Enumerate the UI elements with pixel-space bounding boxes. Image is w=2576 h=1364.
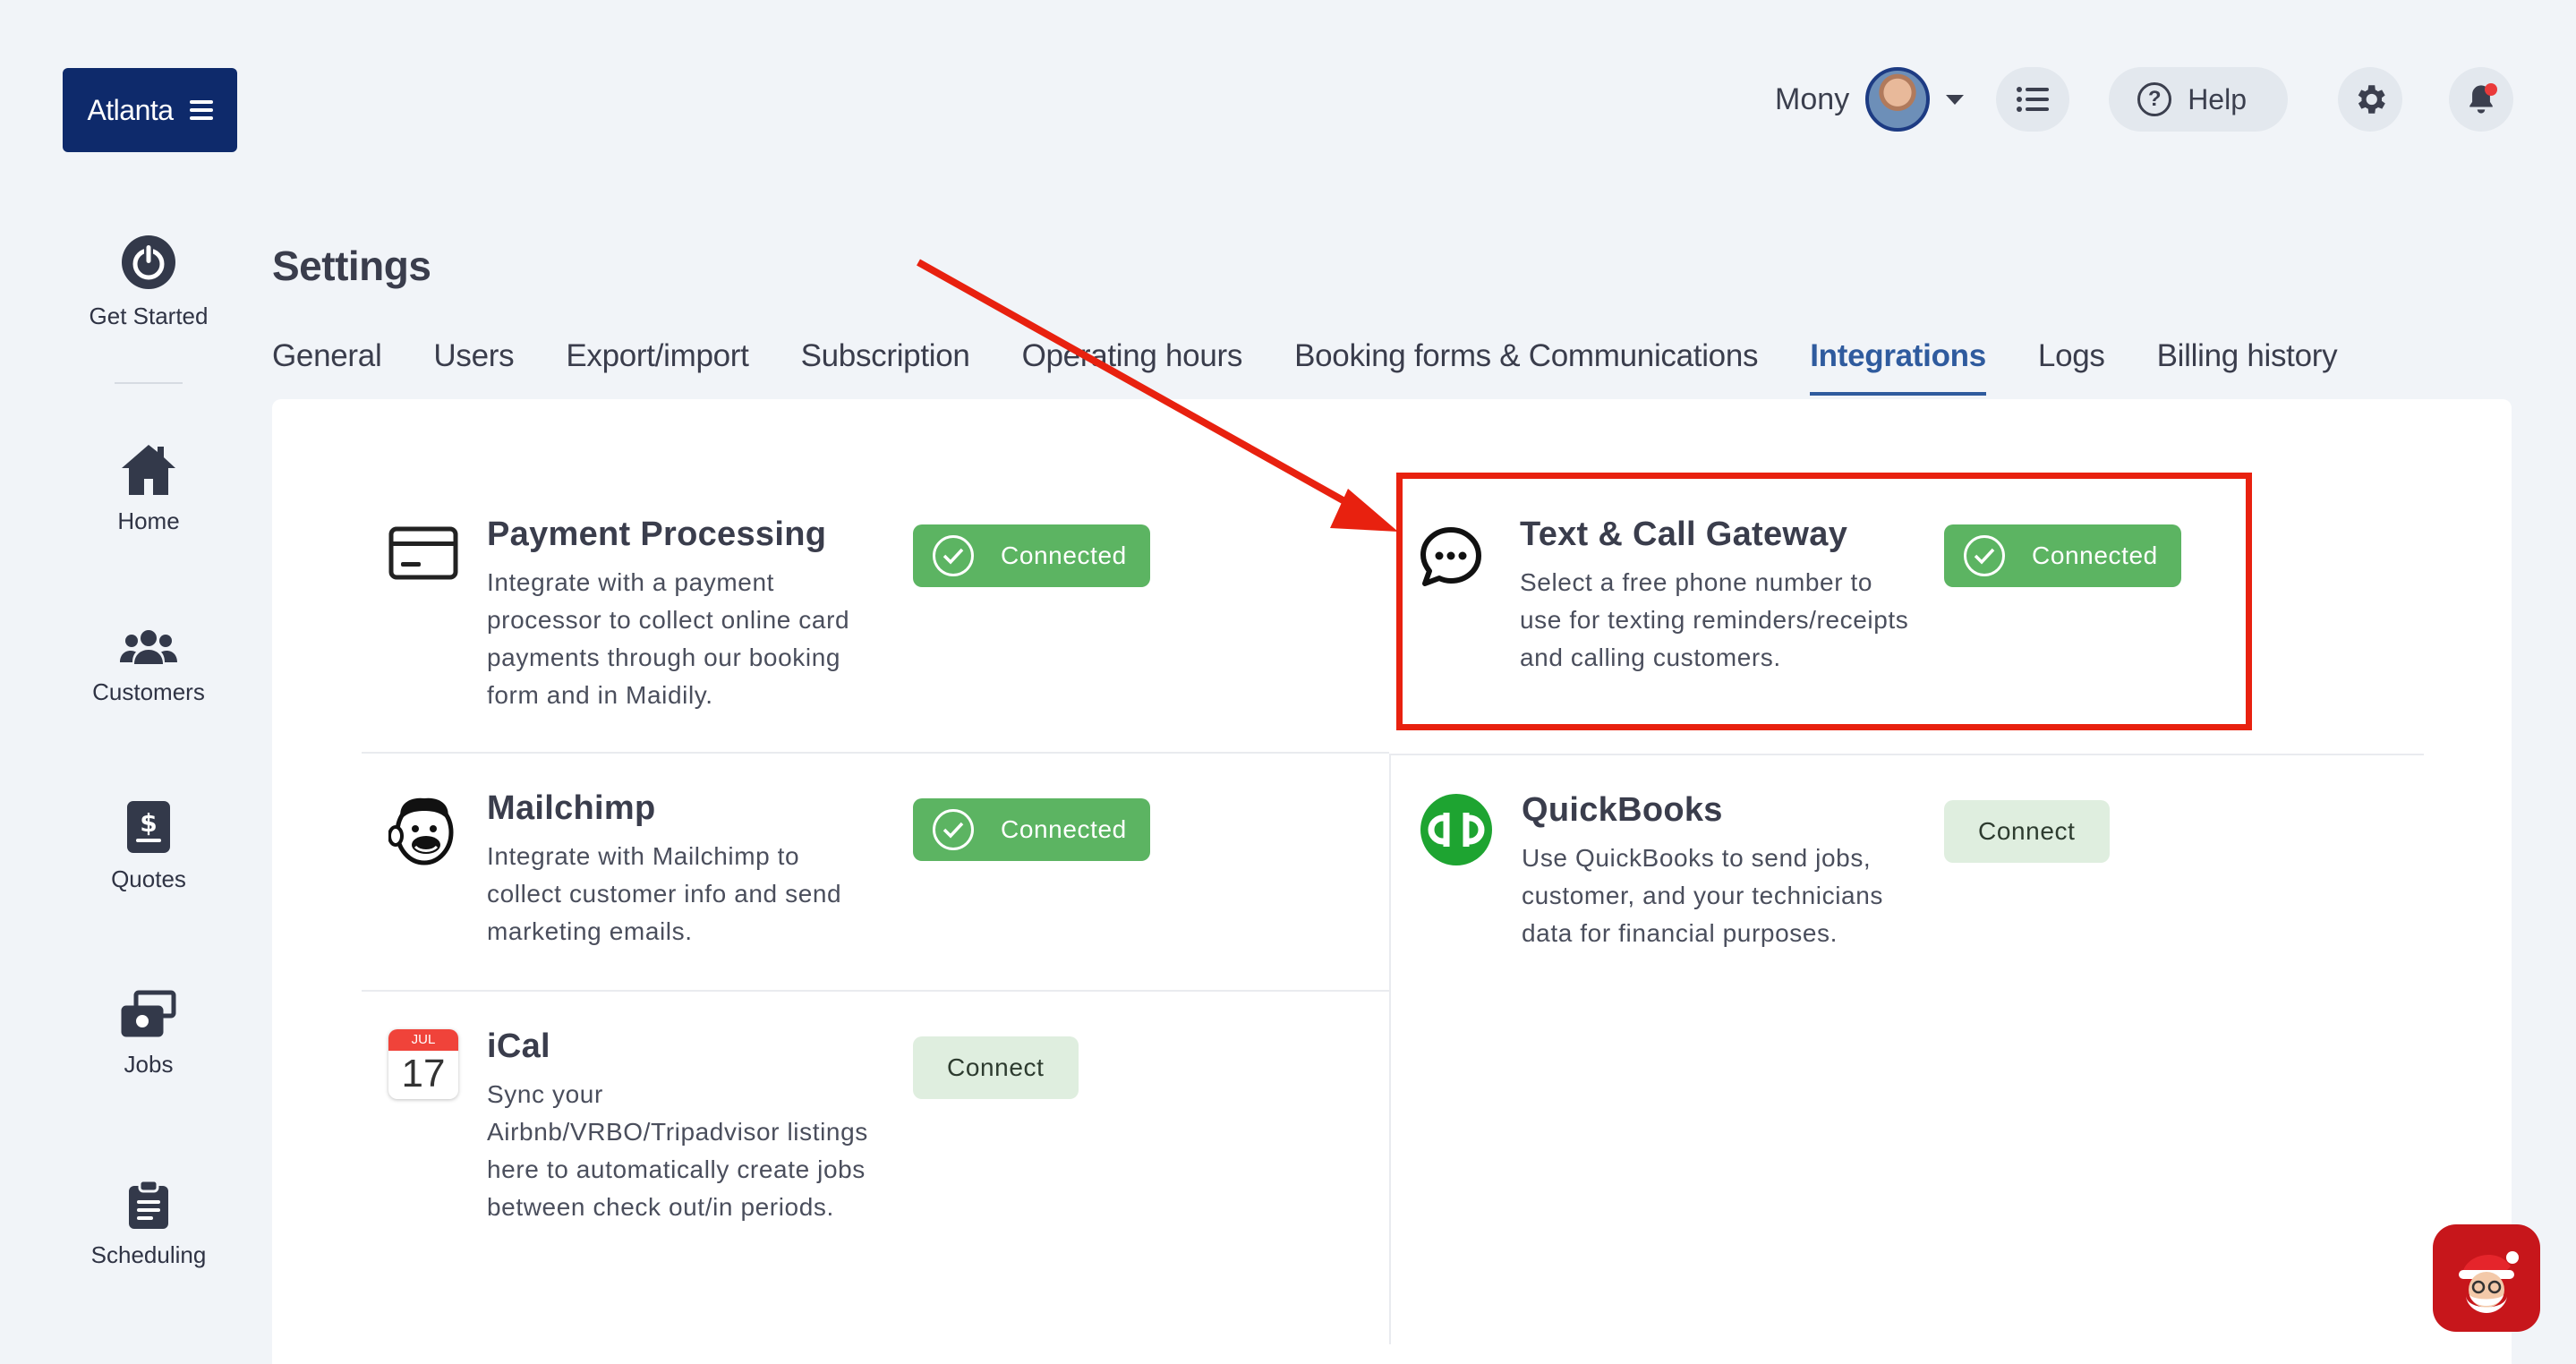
sidebar-item-quotes[interactable]: $ Quotes — [36, 799, 261, 893]
sidebar-item-label: Home — [117, 507, 180, 534]
integration-description: Sync your Airbnb/VRBO/Tripadvisor listin… — [487, 1080, 868, 1221]
tab-operating-hours[interactable]: Operating hours — [1022, 338, 1243, 396]
status-label: Connected — [1001, 815, 1127, 843]
integration-title: Mailchimp — [487, 789, 656, 827]
brand-label: Atlanta — [87, 93, 174, 126]
chevron-down-icon[interactable] — [1946, 94, 1965, 105]
calendar-day: 17 — [401, 1052, 446, 1095]
quickbooks-connect-button[interactable]: Connect — [1944, 800, 2110, 863]
tab-logs[interactable]: Logs — [2038, 338, 2105, 396]
highlight-box — [1396, 473, 2252, 730]
user-name[interactable]: Mony — [1775, 82, 1849, 117]
divider — [1391, 754, 2424, 755]
list-icon — [2017, 87, 2050, 112]
menu-icon — [189, 100, 213, 120]
payment-connected-button[interactable]: Connected — [913, 524, 1150, 587]
page-title: Settings — [272, 243, 431, 289]
integration-title: Payment Processing — [487, 516, 827, 553]
sidebar-divider — [115, 382, 183, 384]
calendar-icon: JUL 17 — [388, 1029, 458, 1099]
sidebar-item-label: Customers — [92, 678, 205, 705]
tab-users[interactable]: Users — [433, 338, 514, 396]
clipboard-icon — [129, 1179, 168, 1229]
sidebar-item-label: Jobs — [124, 1051, 174, 1078]
top-right-toolbar: Mony ? Help — [1775, 66, 2513, 132]
integration-description: Integrate with Mailchimp to collect cust… — [487, 842, 842, 945]
mailchimp-logo-icon — [388, 797, 454, 865]
list-button[interactable] — [1996, 67, 2070, 132]
tab-general[interactable]: General — [272, 338, 382, 396]
chat-widget-button[interactable] — [2433, 1224, 2540, 1332]
brand-menu-button[interactable]: Atlanta — [63, 68, 237, 152]
santa-icon — [2459, 1251, 2519, 1313]
sidebar-item-label: Get Started — [89, 303, 209, 329]
credit-card-icon — [388, 526, 458, 580]
help-icon: ? — [2137, 82, 2172, 116]
tab-export-import[interactable]: Export/import — [566, 338, 749, 396]
integration-title: iCal — [487, 1027, 550, 1065]
sidebar-item-get-started[interactable]: Get Started — [36, 233, 261, 330]
tab-integrations[interactable]: Integrations — [1810, 338, 1986, 396]
help-label: Help — [2188, 82, 2247, 115]
tab-subscription[interactable]: Subscription — [801, 338, 970, 396]
check-circle-icon — [933, 809, 974, 850]
users-icon — [120, 630, 177, 664]
divider — [1389, 754, 1391, 1344]
settings-button[interactable] — [2338, 67, 2402, 132]
power-icon — [122, 235, 175, 289]
notification-dot — [2485, 83, 2497, 96]
sidebar-item-label: Quotes — [111, 865, 186, 892]
help-button[interactable]: ? Help — [2109, 67, 2288, 132]
avatar[interactable] — [1865, 67, 1931, 132]
integration-title: QuickBooks — [1522, 791, 1723, 829]
sidebar-item-jobs[interactable]: Jobs — [36, 990, 261, 1078]
notifications-button[interactable] — [2449, 67, 2513, 132]
sidebar-item-scheduling[interactable]: Scheduling — [36, 1179, 261, 1269]
sidebar-item-label: Scheduling — [90, 1241, 207, 1268]
home-icon — [122, 445, 175, 495]
svg-text:$: $ — [140, 808, 157, 838]
tab-booking-forms[interactable]: Booking forms & Communications — [1294, 338, 1758, 396]
divider — [362, 752, 1389, 754]
check-circle-icon — [933, 535, 974, 576]
integration-description: Use QuickBooks to send jobs, customer, a… — [1522, 844, 1883, 947]
quickbooks-logo-icon — [1420, 794, 1492, 865]
mailchimp-connected-button[interactable]: Connected — [913, 798, 1150, 861]
quote-icon: $ — [127, 801, 170, 853]
tab-billing-history[interactable]: Billing history — [2157, 338, 2338, 396]
sidebar: Get Started Home Customers $ Quotes Jobs… — [36, 233, 261, 1269]
status-label: Connected — [1001, 541, 1127, 569]
sidebar-item-customers[interactable]: Customers — [36, 628, 261, 706]
jobs-icon — [121, 990, 176, 1037]
ical-connect-button[interactable]: Connect — [913, 1036, 1079, 1099]
integration-description: Integrate with a payment processor to co… — [487, 568, 850, 709]
settings-tabs: General Users Export/import Subscription… — [272, 338, 2338, 396]
divider — [362, 990, 1389, 992]
gear-icon — [2358, 85, 2385, 114]
sidebar-item-home[interactable]: Home — [36, 443, 261, 535]
calendar-month: JUL — [388, 1029, 458, 1051]
